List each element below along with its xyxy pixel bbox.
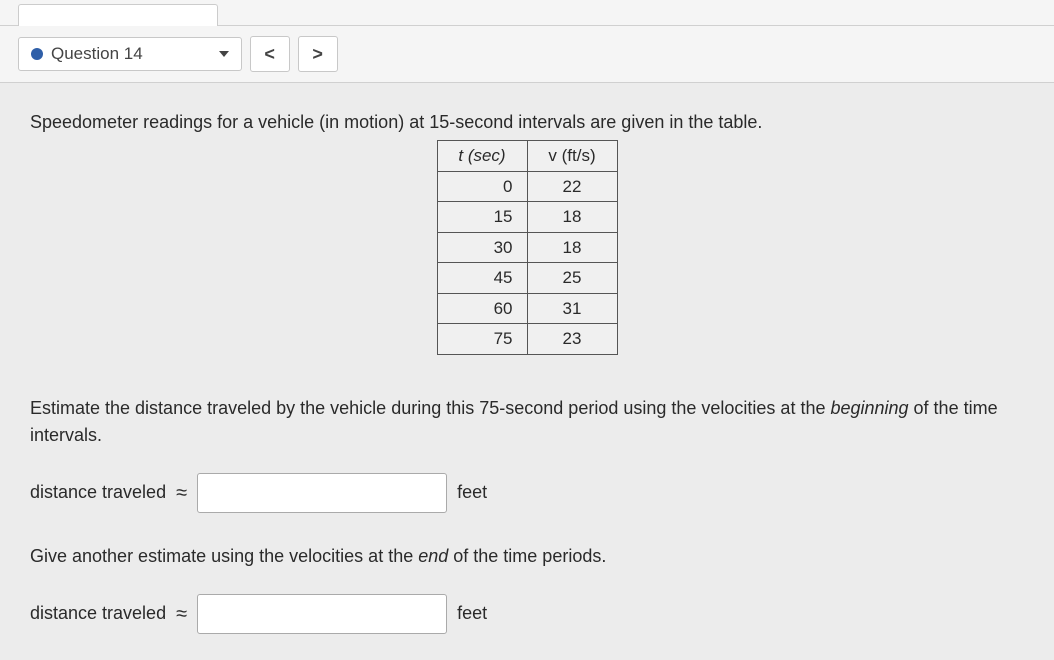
table-body: 02215183018452560317523: [437, 171, 617, 354]
answer-label: distance traveled: [30, 479, 166, 506]
col-header-t: t (sec): [437, 141, 527, 172]
answer-label: distance traveled: [30, 600, 166, 627]
question-content: Speedometer readings for a vehicle (in m…: [0, 83, 1054, 660]
cell-t: 0: [437, 171, 527, 202]
distance-input-beginning[interactable]: [197, 473, 447, 513]
intro-text: Speedometer readings for a vehicle (in m…: [30, 109, 1024, 136]
answer-row-2: distance traveled ≈ feet: [30, 594, 1024, 634]
approx-symbol: ≈: [176, 599, 187, 629]
cell-t: 75: [437, 324, 527, 355]
cell-v: 31: [527, 293, 617, 324]
unit-label: feet: [457, 600, 487, 627]
question-selector[interactable]: Question 14: [18, 37, 242, 71]
cell-v: 18: [527, 232, 617, 263]
table-row: 6031: [437, 293, 617, 324]
toolbar-stub: [0, 0, 1054, 26]
col-header-v: v (ft/s): [527, 141, 617, 172]
question-nav: Question 14 < >: [0, 26, 1054, 83]
cell-t: 15: [437, 202, 527, 233]
cell-t: 30: [437, 232, 527, 263]
cell-v: 25: [527, 263, 617, 294]
next-button[interactable]: >: [298, 36, 338, 72]
cell-t: 60: [437, 293, 527, 324]
cell-v: 22: [527, 171, 617, 202]
question-label: Question 14: [51, 44, 143, 64]
table-row: 4525: [437, 263, 617, 294]
chevron-down-icon: [219, 51, 229, 57]
cell-v: 18: [527, 202, 617, 233]
chevron-left-icon: <: [264, 44, 275, 65]
table-row: 1518: [437, 202, 617, 233]
prompt-end: Give another estimate using the velociti…: [30, 543, 1024, 570]
table-row: 7523: [437, 324, 617, 355]
data-table: t (sec) v (ft/s) 02215183018452560317523: [437, 140, 618, 355]
toolbar-slot: [18, 4, 218, 26]
prev-button[interactable]: <: [250, 36, 290, 72]
approx-symbol: ≈: [176, 478, 187, 508]
distance-input-end[interactable]: [197, 594, 447, 634]
unit-label: feet: [457, 479, 487, 506]
cell-v: 23: [527, 324, 617, 355]
table-row: 022: [437, 171, 617, 202]
answer-row-1: distance traveled ≈ feet: [30, 473, 1024, 513]
prompt-beginning: Estimate the distance traveled by the ve…: [30, 395, 1024, 449]
status-dot-icon: [31, 48, 43, 60]
table-row: 3018: [437, 232, 617, 263]
cell-t: 45: [437, 263, 527, 294]
chevron-right-icon: >: [312, 44, 323, 65]
